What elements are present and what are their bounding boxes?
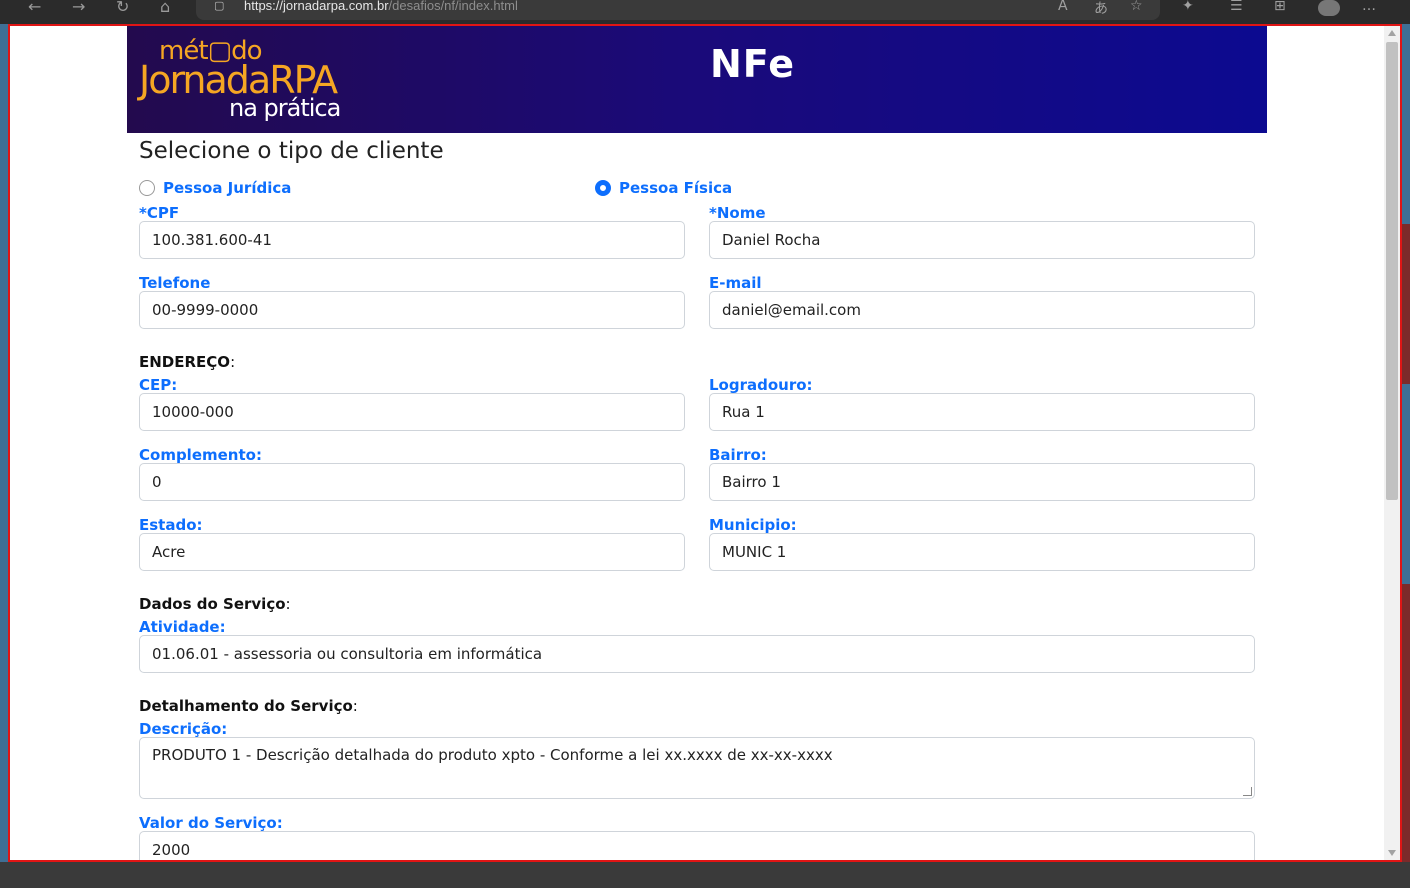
more-menu-icon[interactable]: … — [1362, 0, 1376, 14]
descricao-text: PRODUTO 1 - Descrição detalhada do produ… — [152, 746, 833, 764]
estado-select[interactable]: Acre — [139, 533, 685, 571]
telefone-label: Telefone — [139, 274, 211, 292]
complemento-input[interactable]: 0 — [139, 463, 685, 501]
logradouro-label: Logradouro: — [709, 376, 813, 394]
valor-input[interactable]: 2000 — [139, 831, 1255, 860]
home-icon[interactable]: ⌂ — [160, 0, 170, 18]
radio-label[interactable]: Pessoa Jurídica — [163, 179, 291, 197]
bairro-label: Bairro: — [709, 446, 767, 464]
extensions-icon[interactable]: ✦ — [1182, 0, 1194, 14]
servico-heading-text: Dados do Serviço — [139, 595, 286, 613]
profile-avatar[interactable] — [1318, 0, 1340, 16]
back-arrow-icon[interactable]: ← — [28, 0, 41, 18]
desktop-background-right — [1402, 24, 1410, 888]
logradouro-input[interactable]: Rua 1 — [709, 393, 1255, 431]
refresh-icon[interactable]: ↻ — [116, 0, 129, 18]
address-bar[interactable]: ▢ https://jornadarpa.com.br/desafios/nf/… — [196, 0, 1160, 20]
servico-heading: Dados do Serviço: — [139, 595, 291, 613]
telefone-input[interactable]: 00-9999-0000 — [139, 291, 685, 329]
email-input[interactable]: daniel@email.com — [709, 291, 1255, 329]
descricao-textarea[interactable]: PRODUTO 1 - Descrição detalhada do produ… — [139, 737, 1255, 799]
resize-grip-icon[interactable] — [1243, 787, 1252, 796]
detalhamento-heading-text: Detalhamento do Serviço — [139, 697, 353, 715]
vertical-scrollbar[interactable] — [1384, 26, 1400, 860]
header-banner: mét▢do JornadaRPA na prática NFe — [127, 26, 1267, 133]
radio-button-selected[interactable] — [595, 180, 611, 196]
estado-label: Estado: — [139, 516, 203, 534]
radio-label[interactable]: Pessoa Física — [619, 179, 732, 197]
endereco-heading-text: ENDEREÇO — [139, 353, 231, 371]
page-title: NFe — [710, 42, 795, 86]
scroll-down-arrow-icon[interactable] — [1388, 850, 1396, 856]
nome-input[interactable]: Daniel Rocha — [709, 221, 1255, 259]
bairro-input[interactable]: Bairro 1 — [709, 463, 1255, 501]
descricao-label: Descrição: — [139, 720, 228, 738]
translate-icon[interactable]: あ — [1094, 0, 1108, 18]
complemento-label: Complemento: — [139, 446, 262, 464]
browser-toolbar: ← → ↻ ⌂ ▢ https://jornadarpa.com.br/desa… — [0, 0, 1410, 24]
municipio-input[interactable]: MUNIC 1 — [709, 533, 1255, 571]
url-host: https://jornadarpa.com.br — [244, 0, 389, 13]
page-viewport: mét▢do JornadaRPA na prática NFe Selecio… — [8, 24, 1402, 862]
forward-arrow-icon[interactable]: → — [72, 0, 85, 18]
taskbar — [0, 862, 1410, 888]
nome-label: *Nome — [709, 204, 766, 222]
cep-input[interactable]: 10000-000 — [139, 393, 685, 431]
valor-label: Valor do Serviço: — [139, 814, 283, 832]
collections-icon[interactable]: ⊞ — [1274, 0, 1286, 14]
logo: mét▢do JornadaRPA na prática — [139, 32, 349, 128]
scrollbar-thumb[interactable] — [1386, 42, 1398, 500]
detalhamento-heading: Detalhamento do Serviço: — [139, 697, 358, 715]
radio-pessoa-fisica[interactable]: Pessoa Física — [595, 179, 895, 199]
atividade-select[interactable]: 01.06.01 - assessoria ou consultoria em … — [139, 635, 1255, 673]
atividade-label: Atividade: — [139, 618, 226, 636]
url-path: /desafios/nf/index.html — [388, 0, 518, 13]
municipio-label: Municipio: — [709, 516, 797, 534]
lock-icon: ▢ — [214, 0, 225, 12]
url-text[interactable]: https://jornadarpa.com.br/desafios/nf/in… — [244, 0, 518, 13]
favorites-icon[interactable]: ☰ — [1230, 0, 1243, 14]
cpf-input[interactable]: 100.381.600-41 — [139, 221, 685, 259]
client-type-heading: Selecione o tipo de cliente — [139, 138, 444, 164]
read-aloud-icon[interactable]: A — [1058, 0, 1068, 14]
radio-pessoa-juridica[interactable]: Pessoa Jurídica — [139, 179, 439, 199]
cpf-label: *CPF — [139, 204, 180, 222]
radio-button[interactable] — [139, 180, 155, 196]
scroll-up-arrow-icon[interactable] — [1388, 30, 1396, 36]
logo-line3: na prática — [229, 94, 341, 122]
email-label: E-mail — [709, 274, 762, 292]
endereco-heading: ENDEREÇO: — [139, 353, 236, 371]
favorite-add-icon[interactable]: ☆ — [1130, 0, 1143, 14]
cep-label: CEP: — [139, 376, 178, 394]
